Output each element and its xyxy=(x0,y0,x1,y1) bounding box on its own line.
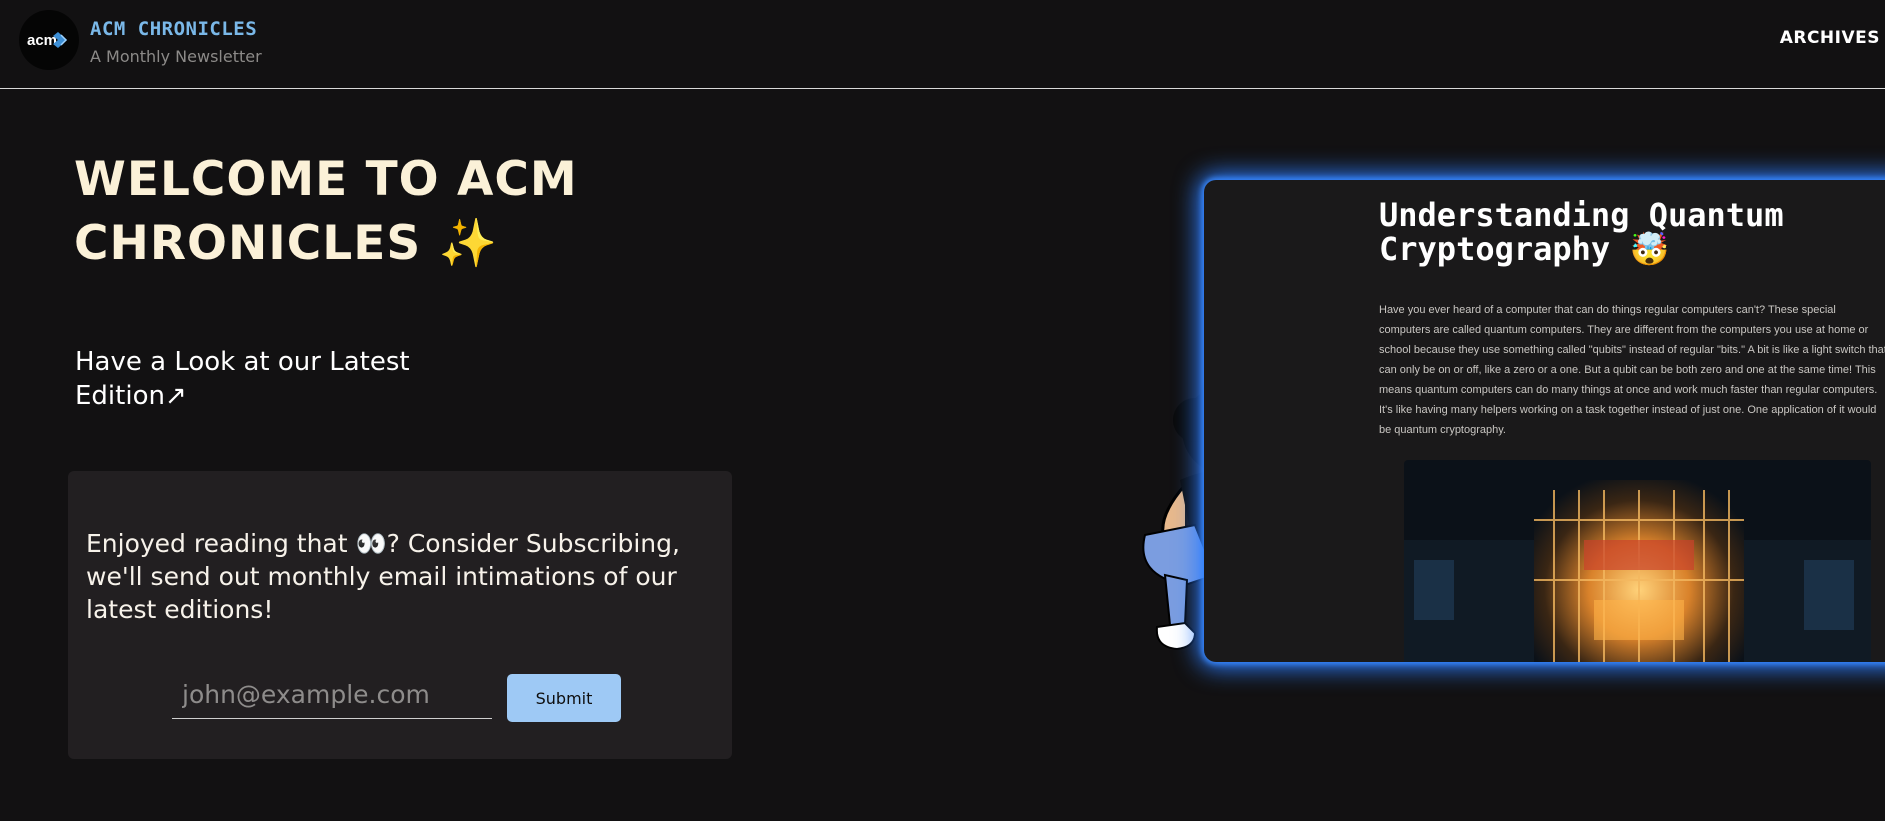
brand-subtitle: A Monthly Newsletter xyxy=(90,47,262,66)
hero-title: WELCOME TO ACM CHRONICLES ✨ xyxy=(74,148,634,276)
quantum-computer-image xyxy=(1404,460,1871,662)
site-header: acm ACM CHRONICLES A Monthly Newsletter … xyxy=(0,0,1885,89)
email-input[interactable] xyxy=(172,671,492,719)
hero-title-line1: WELCOME TO ACM xyxy=(74,152,578,207)
svg-text:acm: acm xyxy=(27,32,57,49)
latest-edition-link[interactable]: Have a Look at our Latest Edition↗ xyxy=(75,345,415,413)
submit-button[interactable]: Submit xyxy=(507,674,621,722)
acm-logo-icon[interactable]: acm xyxy=(19,10,79,70)
hero-title-line2: CHRONICLES xyxy=(74,216,422,271)
latest-edition-preview[interactable]: Understanding Quantum Cryptography 🤯 Hav… xyxy=(1204,180,1885,662)
acm-logo-mark: acm xyxy=(27,32,68,49)
sparkles-icon: ✨ xyxy=(438,216,499,271)
subscribe-card: Enjoyed reading that 👀? Consider Subscri… xyxy=(68,471,732,759)
subscribe-text: Enjoyed reading that 👀? Consider Subscri… xyxy=(86,529,680,624)
brand-title[interactable]: ACM CHRONICLES xyxy=(90,18,257,40)
preview-body-text: Have you ever heard of a computer that c… xyxy=(1379,304,1885,436)
nav-archives-link[interactable]: ARCHIVES xyxy=(1780,28,1880,48)
preview-title: Understanding Quantum Cryptography 🤯 xyxy=(1379,196,1784,268)
